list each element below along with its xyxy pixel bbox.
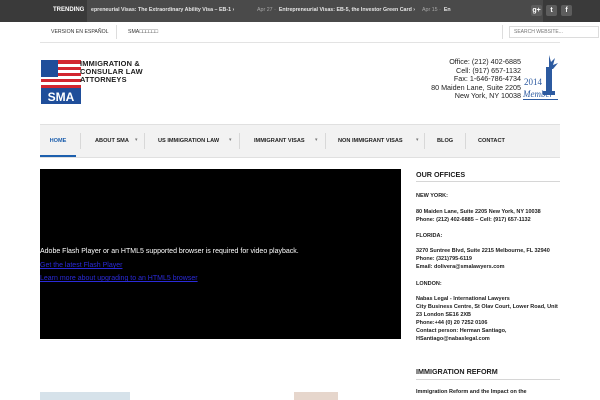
office-label: NEW YORK: — [416, 193, 448, 199]
office-address: City Business Centre, St Olav Court, Low… — [416, 304, 558, 310]
divider — [116, 25, 117, 39]
nav-non-immigrant-visas[interactable]: NON IMMIGRANT VISAS — [338, 125, 403, 157]
nav-about-sma[interactable]: ABOUT SMA — [95, 125, 129, 157]
office-contact-person: Contact person: Herman Santiago, — [416, 328, 507, 334]
divider — [416, 379, 560, 380]
member-badge-icon: 2014 Member — [522, 55, 558, 100]
get-flash-link[interactable]: Get the latest Flash Player — [40, 262, 122, 269]
nav-blog[interactable]: BLOG — [437, 125, 453, 157]
firm-name: IMMIGRATION & CONSULAR LAW ATTORNEYS — [80, 60, 143, 84]
divider — [80, 133, 81, 149]
news-ticker: epreneurial Visas: The Extraordinary Abi… — [87, 0, 543, 22]
divider — [325, 133, 326, 149]
office-label: LONDON: — [416, 281, 442, 287]
ticker-date: Apr 15 · — [422, 7, 441, 13]
office-phone: Phone: (321)795-6119 — [416, 256, 472, 262]
nav-immigrant-visas[interactable]: IMMIGRANT VISAS — [254, 125, 305, 157]
reform-post-link[interactable]: Immigration Reform and the Impact on the — [416, 389, 527, 397]
ticker-item[interactable]: Apr 27 · Entrepreneurial Visas: EB-5, the… — [257, 7, 415, 13]
nav-home[interactable]: HOME — [40, 125, 76, 157]
chevron-down-icon[interactable]: ▾ — [135, 137, 138, 143]
utility-bar: VERSION EN ESPAÑOL SMA□□□□□□ — [40, 22, 599, 43]
immigration-reform-heading: IMMIGRATION REFORM — [416, 367, 498, 376]
chevron-down-icon[interactable]: ▾ — [315, 137, 318, 143]
featured-image[interactable] — [294, 392, 338, 400]
nav-contact[interactable]: CONTACT — [478, 125, 505, 157]
divider — [465, 133, 466, 149]
office-label: FLORIDA: — [416, 233, 443, 239]
search-input[interactable] — [509, 26, 599, 38]
ticker-title: epreneurial Visas: The Extraordinary Abi… — [91, 7, 235, 13]
badge-member: Member — [522, 89, 553, 99]
office-name: Nabas Legal - International Lawyers — [416, 296, 510, 302]
office-address: 3270 Suntree Blvd, Suite 2215 Melbourne,… — [416, 248, 550, 254]
trending-label: TRENDING — [53, 7, 85, 13]
divider — [239, 133, 240, 149]
divider — [416, 181, 560, 182]
ticker-item[interactable]: epreneurial Visas: The Extraordinary Abi… — [91, 7, 234, 13]
ticker-title: Entrepreneurial Visas: EB-5, the Investo… — [278, 7, 416, 13]
office-email[interactable]: HSantiago@nabaslegal.com — [416, 336, 490, 344]
logo-initials: SMA — [48, 90, 75, 104]
ticker-item[interactable]: Apr 15 · En — [422, 7, 451, 13]
firm-logo-icon[interactable]: SMA — [41, 60, 81, 104]
header-contact: Office: (212) 402-6885 Cell: (917) 657-1… — [431, 57, 521, 101]
office-address: 23 London SE16 2XB — [416, 312, 472, 318]
office-email[interactable]: Email: dolivera@smalawyers.com — [416, 264, 505, 272]
sma-language-link[interactable]: SMA□□□□□□ — [128, 29, 158, 35]
twitter-icon[interactable]: t — [546, 5, 557, 16]
divider — [424, 133, 425, 149]
flash-required-message: Adobe Flash Player or an HTML5 supported… — [40, 248, 299, 255]
firm-name-line: ATTORNEYS — [80, 75, 127, 84]
facebook-icon[interactable]: f — [561, 5, 572, 16]
badge-year: 2014 — [524, 77, 543, 87]
divider — [502, 25, 503, 39]
main-nav: HOME ABOUT SMA ▾ US IMMIGRATION LAW ▾ IM… — [40, 124, 560, 158]
offices-heading: OUR OFFICES — [416, 170, 466, 179]
divider — [144, 133, 145, 149]
nav-us-immigration-law[interactable]: US IMMIGRATION LAW — [158, 125, 219, 157]
html5-browser-link[interactable]: Learn more about upgrading to an HTML5 b… — [40, 275, 198, 282]
chevron-down-icon[interactable]: ▾ — [229, 137, 232, 143]
spanish-version-link[interactable]: VERSION EN ESPAÑOL — [51, 29, 109, 35]
chevron-down-icon[interactable]: ▾ — [416, 137, 419, 143]
featured-image[interactable] — [40, 392, 130, 400]
ticker-title: En — [443, 7, 451, 13]
office-address: 80 Maiden Lane, Suite 2205 New York, NY … — [416, 209, 541, 215]
ticker-date: Apr 27 · — [257, 7, 276, 13]
office-phone: Phone:+44 (0) 20 7252 0106 — [416, 320, 488, 326]
office-phone: Phone: (212) 402-6885 – Cell: (917) 657-… — [416, 217, 531, 223]
city-address: New York, NY 10038 — [454, 91, 521, 101]
top-bar: TRENDING epreneurial Visas: The Extraord… — [0, 0, 600, 22]
google-plus-icon[interactable]: g+ — [531, 5, 542, 16]
